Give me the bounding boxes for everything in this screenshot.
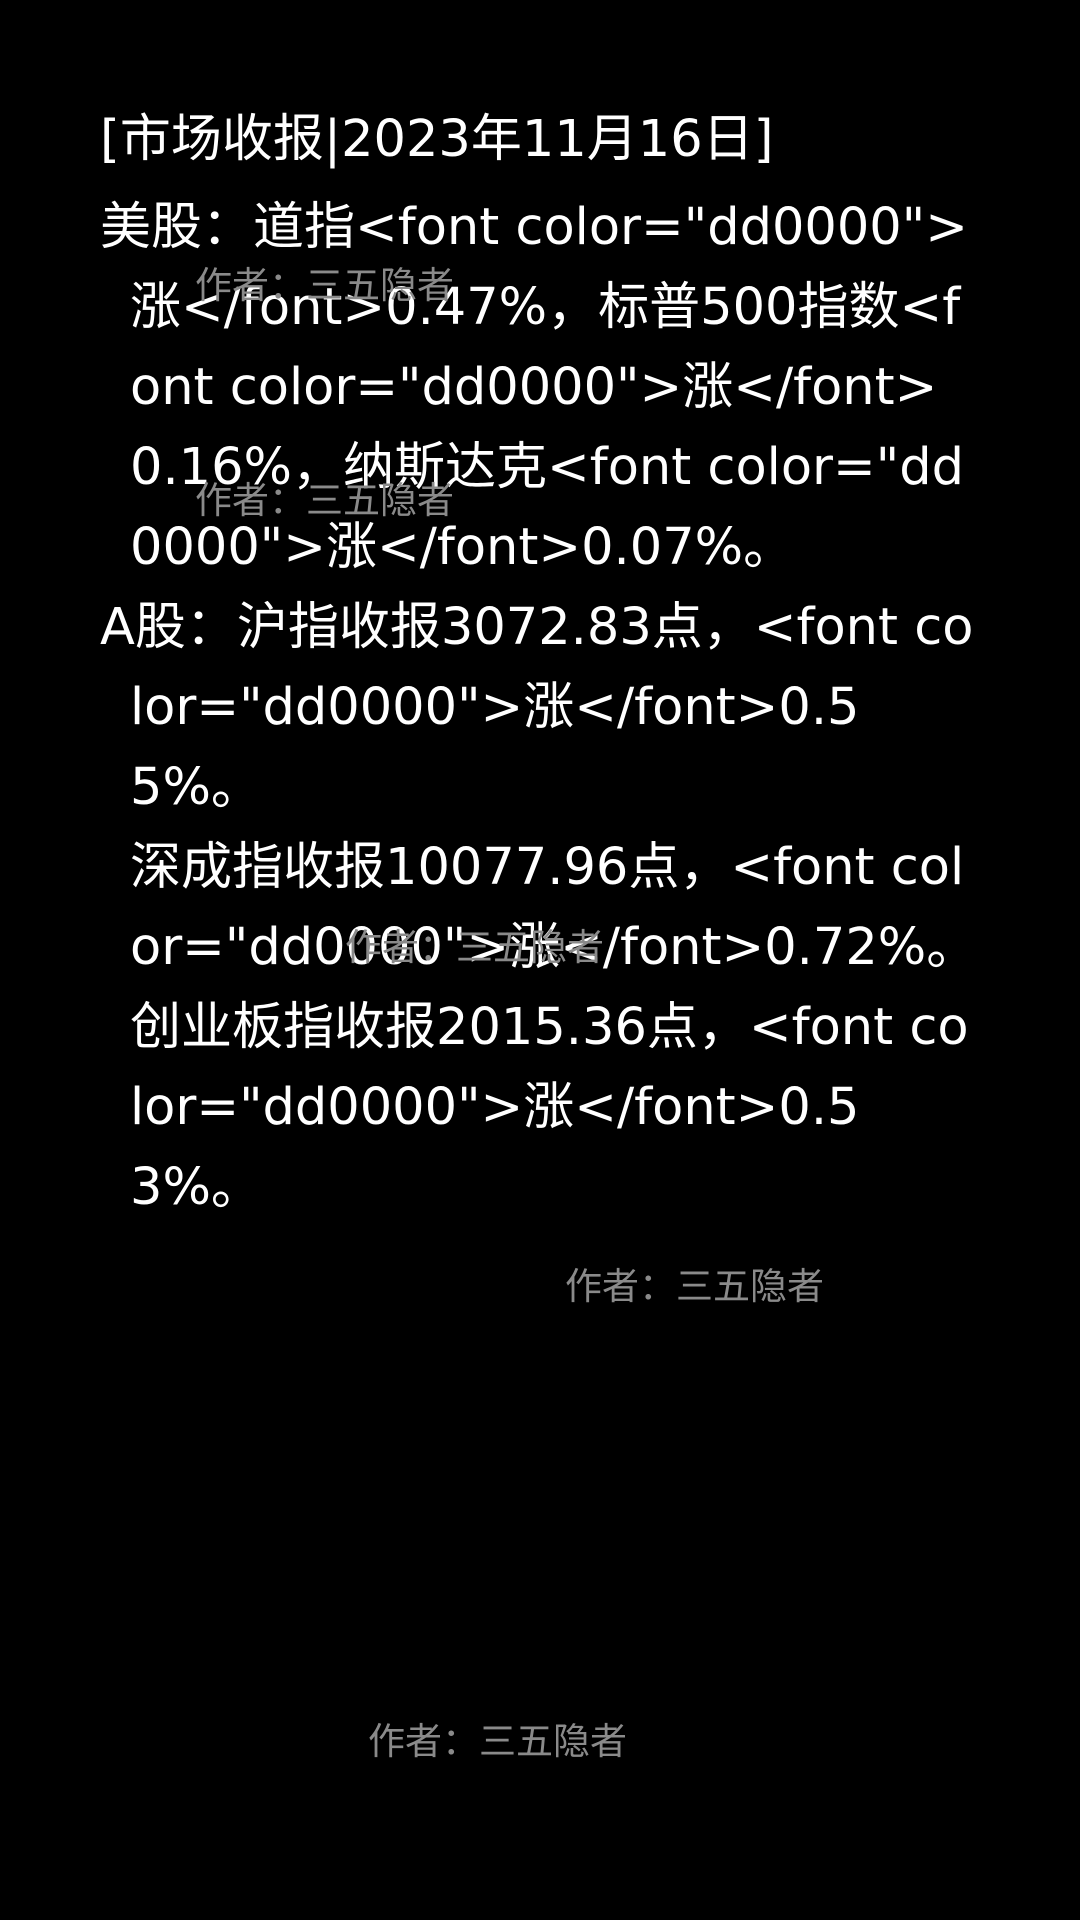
author-watermark: 作者：三五隐者 xyxy=(195,264,454,307)
author-watermark: 作者：三五隐者 xyxy=(195,479,454,522)
report-title: [市场收报|2023年11月16日] xyxy=(100,110,774,169)
us-stocks-paragraph: 美股：道指<font color="dd0000">涨</font>0.47%，… xyxy=(100,198,968,577)
author-watermark: 作者：三五隐者 xyxy=(345,926,604,969)
a-shares-chinext-paragraph: 创业板指收报2015.36点，<font color="dd0000">涨</f… xyxy=(130,998,969,1217)
screen: [市场收报|2023年11月16日] 美股：道指<font color="dd0… xyxy=(0,0,1080,1920)
author-watermark: 作者：三五隐者 xyxy=(368,1720,627,1763)
a-shares-shanghai-paragraph: A股：沪指收报3072.83点，<font color="dd0000">涨</… xyxy=(100,598,974,817)
author-watermark: 作者：三五隐者 xyxy=(565,1265,824,1308)
